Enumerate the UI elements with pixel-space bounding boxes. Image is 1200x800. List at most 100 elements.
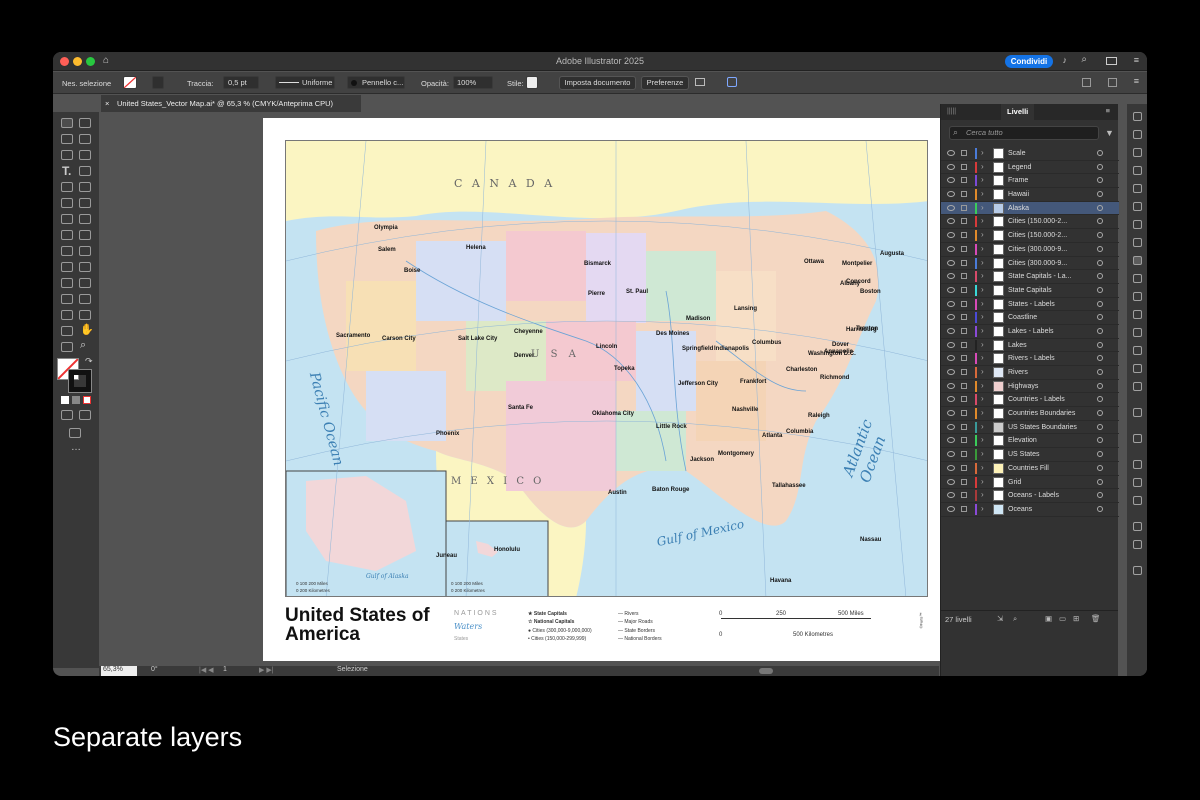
artboard-tool-icon[interactable] [79,310,91,320]
target-icon[interactable] [1097,423,1103,430]
zoom-field[interactable]: 65,3% [101,666,137,676]
type-icon[interactable] [1133,364,1142,373]
layer-row[interactable]: › Rivers [941,366,1119,380]
eye-icon[interactable] [947,451,955,458]
lock-icon[interactable] [961,286,967,293]
eye-icon[interactable] [947,273,955,280]
chevron-right-icon[interactable]: › [981,435,984,444]
eye-icon[interactable] [947,437,955,444]
target-icon[interactable] [1097,478,1103,485]
chevron-right-icon[interactable]: › [981,299,984,308]
rectangle-tool-icon[interactable] [61,182,73,192]
shape-builder-tool-icon[interactable] [61,246,73,256]
layer-row[interactable]: › State Capitals [941,284,1119,298]
target-icon[interactable] [1097,163,1103,170]
lock-icon[interactable] [961,410,967,417]
chevron-right-icon[interactable]: › [981,353,984,362]
libraries-icon[interactable] [1133,166,1142,175]
target-icon[interactable] [1097,273,1103,280]
preferences-button[interactable]: Preferenze [641,76,689,90]
type-tool-icon[interactable]: T. [62,164,71,178]
eye-icon[interactable] [947,204,955,211]
clipping-mask-icon[interactable]: ▣ [1045,614,1052,623]
layer-row[interactable]: › US States Boundaries [941,421,1119,435]
properties-icon[interactable] [1133,148,1142,157]
profile-select[interactable]: Uniforme [275,76,335,89]
target-icon[interactable] [1097,451,1103,458]
eye-icon[interactable] [947,410,955,417]
target-icon[interactable] [1097,245,1103,252]
eye-icon[interactable] [947,396,955,403]
target-icon[interactable] [1097,327,1103,334]
eye-icon[interactable] [947,341,955,348]
brush-select[interactable]: Pennello c... [347,76,405,89]
eye-icon[interactable] [947,150,955,156]
eye-icon[interactable] [947,492,955,499]
zoom-tool-icon[interactable]: ⌕ [80,339,86,352]
stroke-color-icon[interactable] [68,369,92,393]
lock-icon[interactable] [961,369,967,375]
gradient-tool-icon[interactable] [79,262,91,272]
target-icon[interactable] [1097,464,1103,471]
chevron-right-icon[interactable]: › [981,326,984,335]
none-mode-icon[interactable] [83,396,91,404]
layer-row[interactable]: › Oceans - Labels [941,489,1119,503]
trash-icon[interactable]: 🗑 [1091,614,1101,623]
chevron-right-icon[interactable]: › [981,312,984,321]
3d-icon[interactable] [1133,274,1142,283]
curvature-tool-icon[interactable] [79,150,91,160]
next-page-icon[interactable]: ▶ ▶| [259,666,274,674]
bell-icon[interactable]: ♪ [1063,55,1068,65]
chevron-right-icon[interactable]: › [981,175,984,184]
lock-icon[interactable] [961,451,967,458]
layer-row[interactable]: › Lakes - Labels [941,325,1119,339]
column-graph-tool-icon[interactable] [79,294,91,304]
direct-selection-tool-icon[interactable] [79,118,91,128]
target-icon[interactable] [1097,300,1103,307]
page-field[interactable]: 1 [223,666,227,673]
target-icon[interactable] [1097,259,1103,266]
eye-icon[interactable] [947,245,955,252]
lock-icon[interactable] [961,492,967,499]
first-page-icon[interactable]: |◀ ◀ [199,666,214,674]
eye-icon[interactable] [947,314,955,321]
layer-row[interactable]: › Countries - Labels [941,393,1119,408]
layer-row[interactable]: › Lakes [941,339,1119,353]
collapsed-tabs-icon[interactable]: ||||| [947,108,956,115]
lasso-tool-icon[interactable] [79,134,91,144]
chevron-right-icon[interactable]: › [981,422,984,431]
eye-icon[interactable] [947,259,955,266]
eye-icon[interactable] [947,177,955,184]
distribute-icon[interactable] [1108,78,1117,87]
layer-row[interactable]: › Rivers - Labels [941,352,1119,366]
stroke-swatch[interactable] [152,76,164,89]
navigator-icon[interactable] [1133,408,1142,417]
layer-row[interactable]: › Scale [941,147,1119,161]
lock-icon[interactable] [961,341,967,348]
paintbrush-tool-icon[interactable] [79,182,91,192]
sun-icon[interactable] [1133,522,1142,531]
target-icon[interactable] [1097,314,1103,321]
perspective-grid-tool-icon[interactable] [79,246,91,256]
target-icon[interactable] [1097,341,1103,348]
magic-wand-tool-icon[interactable] [61,134,73,144]
target-icon[interactable] [1097,177,1103,184]
chevron-right-icon[interactable]: › [981,216,984,225]
document-setup-button[interactable]: Imposta documento [559,76,636,90]
slice-tool-icon[interactable] [61,326,73,336]
layer-row[interactable]: › States - Labels [941,298,1119,312]
eraser-tool-icon[interactable] [79,198,91,208]
adjustments-icon[interactable] [1133,184,1142,193]
layers-icon[interactable] [1133,256,1142,265]
lock-icon[interactable] [961,314,967,321]
lock-icon[interactable] [961,437,967,444]
layer-row[interactable]: › Highways [941,380,1119,394]
lock-icon[interactable] [961,464,967,471]
new-sublayer-icon[interactable]: ▭ [1059,614,1066,623]
mesh-tool-icon[interactable] [61,262,73,272]
chevron-right-icon[interactable]: › [981,285,984,294]
lock-icon[interactable] [961,478,967,485]
arrange-icon[interactable] [695,78,705,86]
target-icon[interactable] [1097,150,1103,156]
target-icon[interactable] [1097,369,1103,375]
